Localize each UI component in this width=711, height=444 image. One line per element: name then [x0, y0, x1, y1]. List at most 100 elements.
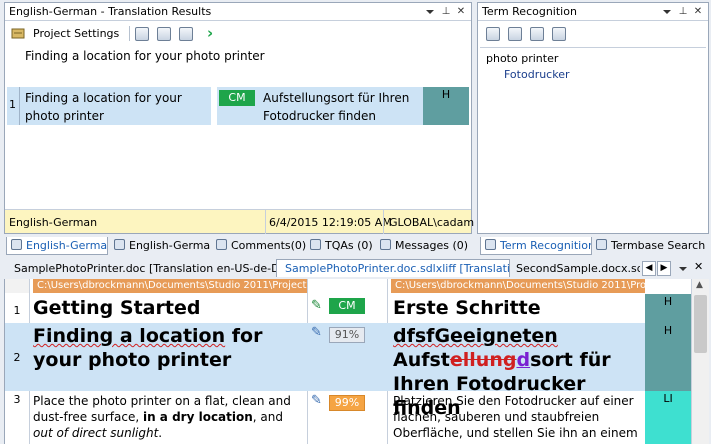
tab-english-german-1-label: English-German... — [26, 239, 108, 252]
panel-menu-dropdown-icon[interactable] — [423, 5, 437, 18]
close-icon[interactable]: ✕ — [454, 5, 468, 18]
toolbar-separator — [129, 26, 130, 41]
status-language-pair: English-German — [9, 216, 98, 229]
lower-tab-strip: English-German... English-German... Comm… — [0, 236, 711, 256]
status-user: GLOBAL\cadam — [389, 216, 475, 229]
row-3-edit-icon: ✎ — [311, 393, 322, 408]
term-target[interactable]: Fotodrucker — [504, 68, 570, 81]
tab-comments-label: Comments(0) — [231, 239, 307, 252]
pin-icon[interactable]: ⊥ — [439, 5, 453, 18]
row-1-status-badge: CM — [329, 298, 365, 314]
term-search-icon[interactable] — [486, 27, 500, 41]
tab-messages-label: Messages (0) — [395, 239, 469, 252]
scroll-right-icon[interactable]: ▶ — [657, 261, 671, 276]
tab-english-german-2[interactable]: English-German... — [112, 237, 210, 255]
translation-results-panel: English-German - Translation Results ⊥ ✕… — [4, 2, 475, 234]
result-row[interactable]: 1 Finding a location for your photo prin… — [7, 87, 469, 125]
translation-results-title-text: English-German - Translation Results — [9, 5, 212, 18]
status-timestamp: 6/4/2015 12:19:05 AM — [269, 216, 392, 229]
row-2-target-line2b: sort für — [530, 349, 611, 371]
row-2-target-inserted: d — [516, 349, 531, 371]
term-panel-menu-dropdown-icon[interactable] — [660, 5, 674, 18]
comments-tab-icon — [216, 239, 227, 250]
term-recognition-panel: Term Recognition ⊥ ✕ photo printer Fotod… — [477, 2, 709, 234]
row-3-origin: LI — [645, 391, 691, 444]
row-1-target: Erste Schritte — [393, 297, 541, 319]
translation-results-tab-icon — [11, 239, 22, 250]
result-divider — [19, 87, 20, 125]
tab-english-german-1[interactable]: English-German... — [6, 237, 108, 255]
segment-row-1[interactable]: 1 Getting Started ✎ CM Erste Schritte H — [5, 294, 709, 323]
editor-grid: C:\Users\dbrockmann\Documents\Studio 201… — [4, 279, 709, 444]
row-2-origin: H — [645, 323, 691, 391]
tab-term-recognition-label: Term Recognition — [500, 239, 592, 252]
term-copy-icon[interactable] — [552, 27, 566, 41]
term-edit-icon[interactable] — [530, 27, 544, 41]
move-up-icon[interactable] — [135, 27, 149, 41]
apply-icon[interactable] — [179, 27, 193, 41]
term-add-icon[interactable] — [508, 27, 522, 41]
results-status-bar: English-German 6/4/2015 12:19:05 AM GLOB… — [5, 209, 475, 234]
result-source: Finding a location for your photo printe… — [25, 91, 182, 123]
move-down-icon[interactable] — [157, 27, 171, 41]
tab-termbase-search[interactable]: Termbase Search — [596, 237, 708, 255]
project-settings-button[interactable]: Project Settings — [33, 27, 119, 40]
next-arrow-icon[interactable]: › — [207, 24, 213, 42]
doc-tab-sample-doc[interactable]: SamplePhotoPrinter.doc [Translation en-U… — [14, 260, 276, 278]
messages-tab-icon — [380, 239, 391, 250]
scroll-left-icon[interactable]: ◀ — [642, 261, 656, 276]
tab-comments[interactable]: Comments(0) — [216, 237, 308, 255]
editor-scrollbar[interactable]: ▲ — [691, 279, 709, 444]
row-2-target-line1: dfsfGeeigneten — [393, 325, 558, 347]
row-3-num: 3 — [13, 393, 21, 406]
result-gap — [211, 87, 217, 125]
segment-row-3[interactable]: 3 Place the photo printer on a flat, cle… — [5, 391, 709, 444]
term-close-icon[interactable]: ✕ — [691, 5, 705, 18]
tab-termbase-search-label: Termbase Search — [611, 239, 706, 252]
term-list: photo printer Fotodrucker — [480, 47, 706, 231]
target-path: C:\Users\dbrockmann\Documents\Studio 201… — [391, 279, 645, 293]
row-2-target-deleted: ellung — [449, 349, 517, 371]
row-1-origin: H — [645, 294, 691, 323]
row-3-source-e: . — [158, 426, 163, 440]
row-3-source: Place the photo printer on a flat, clean… — [33, 393, 305, 441]
tab-term-recognition[interactable]: Term Recognition — [480, 237, 592, 255]
row-3-target: Platzieren Sie den Fotodrucker auf einer… — [393, 394, 638, 440]
term-recognition-title-text: Term Recognition — [482, 5, 577, 18]
tab-messages[interactable]: Messages (0) — [380, 237, 476, 255]
term-pin-icon[interactable]: ⊥ — [676, 5, 690, 18]
tab-tqas-label: TQAs (0) — [325, 239, 373, 252]
row-3-status-badge: 99% — [329, 395, 365, 411]
source-segment-text: Finding a location for your photo printe… — [25, 49, 265, 63]
doc-tab-sample-sdlxliff[interactable]: SamplePhotoPrinter.doc.sdlxliff [Transla… — [276, 259, 510, 277]
tab-tqas[interactable]: TQAs (0) — [310, 237, 380, 255]
row-2-status-badge: 91% — [329, 327, 365, 343]
doc-tabs-dropdown-icon[interactable] — [676, 262, 690, 275]
scroll-thumb[interactable] — [694, 295, 707, 353]
term-source[interactable]: photo printer — [486, 52, 558, 65]
segment-row-2[interactable]: 2 Finding a location for your photo prin… — [5, 323, 709, 419]
row-2-source-term: Finding a location — [33, 325, 226, 347]
result-target: Aufstellungsort für Ihren Fotodrucker fi… — [263, 91, 410, 123]
termbase-search-tab-icon — [596, 239, 607, 250]
translation-results-title: English-German - Translation Results — [5, 3, 471, 21]
row-1-confirmed-icon: ✎ — [311, 298, 322, 313]
status-divider — [265, 210, 266, 234]
row-2-edit-icon: ✎ — [311, 325, 322, 340]
source-path: C:\Users\dbrockmann\Documents\Studio 201… — [33, 279, 307, 293]
row-2-num: 2 — [13, 351, 21, 364]
status-divider-2 — [383, 210, 384, 234]
project-settings-icon[interactable] — [11, 27, 25, 39]
result-origin: H — [423, 87, 469, 125]
doc-close-icon[interactable]: ✕ — [694, 260, 703, 273]
result-num: 1 — [9, 98, 16, 111]
concordance-tab-icon — [114, 239, 125, 250]
row-2-source: Finding a location for your photo printe… — [33, 324, 305, 372]
row-1-num: 1 — [13, 304, 21, 317]
scroll-up-icon[interactable]: ▲ — [696, 280, 703, 290]
row-2-target-line2a: Aufst — [393, 349, 450, 371]
path-header-spacer — [5, 279, 29, 293]
doc-tab-second-sample[interactable]: SecondSample.docx.sdlxl — [516, 260, 640, 278]
tqas-tab-icon — [310, 239, 321, 250]
term-toolbar — [478, 23, 708, 45]
